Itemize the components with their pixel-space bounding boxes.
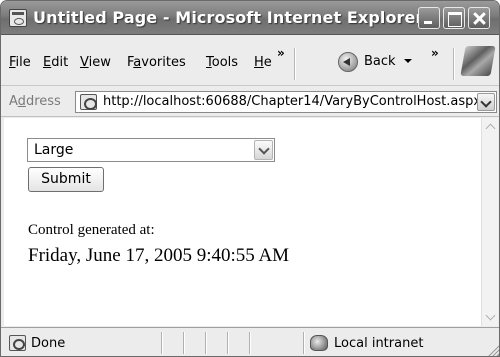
menu-edit-accel: E: [43, 55, 52, 70]
address-label: Address: [9, 94, 61, 109]
page-icon: [80, 94, 97, 110]
generated-timestamp: Friday, June 17, 2005 9:40:55 AM: [28, 245, 290, 266]
toolbar-overflow-chevron[interactable]: »: [431, 46, 439, 60]
security-zone-label: Local intranet: [334, 336, 424, 351]
address-bar: Address http://localhost:60688/Chapter14…: [1, 87, 499, 117]
status-divider: [303, 332, 304, 354]
menu-tools-rest: ools: [211, 55, 239, 70]
page-icon: [9, 335, 26, 351]
address-url: http://localhost:60688/Chapter14/VaryByC…: [103, 94, 482, 109]
browser-window: Untitled Page - Microsoft Internet Explo…: [0, 0, 500, 357]
menu-file[interactable]: File: [9, 55, 31, 70]
generated-label: Control generated at:: [28, 222, 155, 238]
maximize-button[interactable]: [443, 7, 465, 29]
toolbar-separator: [453, 48, 454, 80]
back-arrow-icon: [338, 52, 358, 72]
address-dropdown-button[interactable]: [477, 93, 495, 111]
vertical-scrollbar[interactable]: [481, 118, 498, 326]
scroll-up-button[interactable]: [482, 118, 499, 135]
chevron-down-icon[interactable]: [254, 140, 273, 160]
menu-tools[interactable]: Tools: [206, 55, 238, 70]
menu-help-accel: H: [254, 55, 264, 70]
close-button[interactable]: [468, 7, 490, 29]
menu-toolbar-separator: [294, 48, 295, 80]
menu-favorites-rest: vorites: [141, 55, 186, 70]
size-select-value: Large: [34, 142, 74, 158]
window-title: Untitled Page - Microsoft Internet Explo…: [33, 8, 424, 27]
status-bar: Done Local intranet: [1, 327, 499, 356]
address-input[interactable]: http://localhost:60688/Chapter14/VaryByC…: [75, 91, 497, 113]
status-divider: [205, 332, 206, 354]
back-button[interactable]: Back: [338, 51, 420, 75]
back-dropdown-icon[interactable]: [404, 59, 412, 63]
menu-edit-rest: dit: [51, 55, 69, 70]
address-label-rest: dress: [25, 94, 61, 109]
address-label-accel: d: [17, 94, 26, 109]
menu-help[interactable]: He: [254, 55, 272, 70]
status-text: Done: [31, 336, 66, 351]
page-content: Large Submit Control generated at: Frida…: [4, 118, 481, 326]
menu-overflow-chevron[interactable]: »: [277, 46, 285, 60]
status-divider: [227, 332, 228, 354]
submit-button[interactable]: Submit: [28, 167, 104, 192]
menu-edit[interactable]: Edit: [43, 55, 68, 70]
resize-grip[interactable]: [487, 344, 499, 356]
menu-help-rest: e: [263, 55, 272, 70]
menu-view-accel: V: [80, 55, 89, 70]
menu-view-rest: iew: [88, 55, 111, 70]
status-divider: [183, 332, 184, 354]
menu-bar: File Edit View Favorites Tools He » Back…: [1, 36, 499, 86]
title-bar: Untitled Page - Microsoft Internet Explo…: [1, 1, 499, 35]
status-divider: [249, 332, 250, 354]
size-select[interactable]: Large: [27, 138, 275, 162]
address-label-pre: A: [9, 94, 18, 109]
menu-file-rest: ile: [15, 55, 31, 70]
scroll-down-button[interactable]: [482, 309, 499, 326]
windows-logo-icon: [460, 46, 496, 76]
ie-page-icon: [9, 9, 27, 27]
menu-view[interactable]: View: [80, 55, 111, 70]
intranet-zone-icon: [310, 335, 328, 351]
menu-favorites[interactable]: Favorites: [127, 55, 186, 70]
minimize-button[interactable]: [418, 7, 440, 29]
status-divider: [161, 332, 162, 354]
back-label: Back: [364, 54, 396, 69]
